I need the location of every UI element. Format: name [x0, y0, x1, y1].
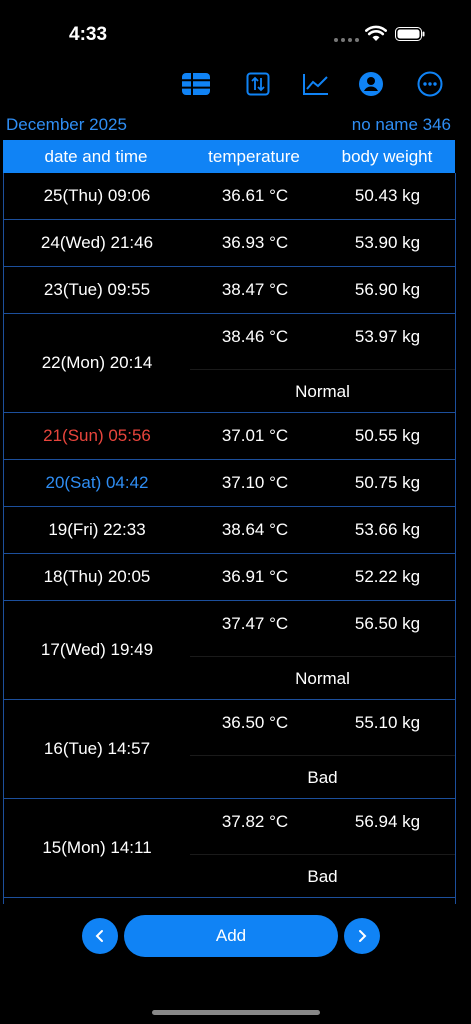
- row-sub-divider: [190, 369, 455, 370]
- previous-month-button[interactable]: [82, 918, 118, 954]
- cellular-signal-icon: [334, 38, 359, 42]
- table-row[interactable]: 17(Wed) 19:49 37.47 °C 56.50 kg Normal: [4, 601, 455, 700]
- row-weight: 50.55 kg: [354, 426, 421, 445]
- row-date: 24(Wed) 21:46: [40, 233, 154, 252]
- row-condition-note: Normal: [295, 669, 350, 688]
- chevron-right-icon: [359, 930, 367, 942]
- table-row[interactable]: 20(Sat) 04:42 37.10 °C 50.75 kg: [4, 460, 455, 507]
- table-row[interactable]: 21(Sun) 05:56 37.01 °C 50.55 kg: [4, 413, 455, 460]
- row-date: 21(Sun) 05:56: [43, 426, 151, 445]
- row-date: 19(Fri) 22:33: [48, 520, 146, 539]
- table-row[interactable]: 18(Thu) 20:05 36.91 °C 52.22 kg: [4, 554, 455, 601]
- row-temperature: 36.50 °C: [221, 713, 289, 732]
- table-row[interactable]: 22(Mon) 20:14 38.46 °C 53.97 kg Normal: [4, 314, 455, 413]
- row-weight: 50.43 kg: [354, 186, 421, 205]
- column-header-weight: body weight: [341, 147, 433, 166]
- row-date: 23(Tue) 09:55: [43, 280, 151, 299]
- row-weight: 55.10 kg: [354, 713, 421, 732]
- row-temperature: 38.64 °C: [221, 520, 289, 539]
- toolbar: [0, 66, 471, 102]
- row-temperature: 38.46 °C: [221, 327, 289, 346]
- row-weight: 56.50 kg: [354, 614, 421, 633]
- more-icon[interactable]: [415, 70, 445, 98]
- table-row[interactable]: 19(Fri) 22:33 38.64 °C 53.66 kg: [4, 507, 455, 554]
- row-date: 20(Sat) 04:42: [45, 473, 149, 492]
- row-weight: 53.90 kg: [354, 233, 421, 252]
- row-weight: 53.66 kg: [354, 520, 421, 539]
- table-header: date and time temperature body weight: [3, 140, 455, 173]
- row-temperature: 36.61 °C: [221, 186, 289, 205]
- row-date: 22(Mon) 20:14: [41, 353, 153, 372]
- user-name-label[interactable]: no name 346: [352, 115, 451, 135]
- row-date: 15(Mon) 14:11: [42, 838, 152, 857]
- row-date: 18(Thu) 20:05: [43, 567, 151, 586]
- row-date: 25(Thu) 09:06: [43, 186, 151, 205]
- row-condition-note: Normal: [295, 382, 350, 401]
- add-button[interactable]: Add: [124, 915, 338, 957]
- row-temperature: 37.10 °C: [221, 473, 289, 492]
- records-table[interactable]: 25(Thu) 09:06 36.61 °C 50.43 kg 24(Wed) 21:…: [3, 173, 456, 904]
- row-condition-note: Bad: [307, 867, 338, 886]
- table-row[interactable]: 25(Thu) 09:06 36.61 °C 50.43 kg: [4, 173, 455, 220]
- row-weight: 53.97 kg: [354, 327, 421, 346]
- list-icon[interactable]: [181, 70, 211, 98]
- table-row[interactable]: 24(Wed) 21:46 36.93 °C 53.90 kg: [4, 220, 455, 267]
- wifi-icon: [365, 25, 387, 41]
- row-temperature: 37.47 °C: [221, 614, 289, 633]
- row-weight: 56.94 kg: [354, 812, 421, 831]
- row-weight: 52.22 kg: [354, 567, 421, 586]
- table-row[interactable]: 15(Mon) 14:11 37.82 °C 56.94 kg Bad: [4, 799, 455, 898]
- row-sub-divider: [190, 854, 455, 855]
- row-temperature: 37.82 °C: [221, 812, 289, 831]
- row-condition-note: Bad: [307, 768, 338, 787]
- next-month-button[interactable]: [344, 918, 380, 954]
- chart-icon[interactable]: [301, 70, 331, 98]
- table-row[interactable]: 16(Tue) 14:57 36.50 °C 55.10 kg Bad: [4, 700, 455, 799]
- status-time: 4:33: [69, 24, 108, 45]
- row-temperature: 38.47 °C: [221, 280, 289, 299]
- profile-icon[interactable]: [356, 70, 386, 98]
- month-label[interactable]: December 2025: [6, 115, 127, 135]
- chevron-left-icon: [95, 930, 103, 942]
- sort-icon[interactable]: [243, 70, 273, 98]
- row-temperature: 36.91 °C: [221, 567, 289, 586]
- bottom-bar: Add: [0, 912, 471, 960]
- row-sub-divider: [190, 755, 455, 756]
- row-date: 17(Wed) 19:49: [40, 640, 154, 659]
- row-temperature: 37.01 °C: [221, 426, 289, 445]
- column-header-date: date and time: [44, 147, 148, 166]
- row-weight: 56.90 kg: [354, 280, 421, 299]
- battery-icon: [395, 27, 425, 41]
- home-indicator[interactable]: [152, 1010, 320, 1015]
- status-bar: 4:33: [0, 0, 471, 60]
- row-weight: 50.75 kg: [354, 473, 421, 492]
- row-sub-divider: [190, 656, 455, 657]
- table-row[interactable]: 23(Tue) 09:55 38.47 °C 56.90 kg: [4, 267, 455, 314]
- row-temperature: 36.93 °C: [221, 233, 289, 252]
- column-header-temperature: temperature: [208, 147, 300, 166]
- row-date: 16(Tue) 14:57: [43, 739, 151, 758]
